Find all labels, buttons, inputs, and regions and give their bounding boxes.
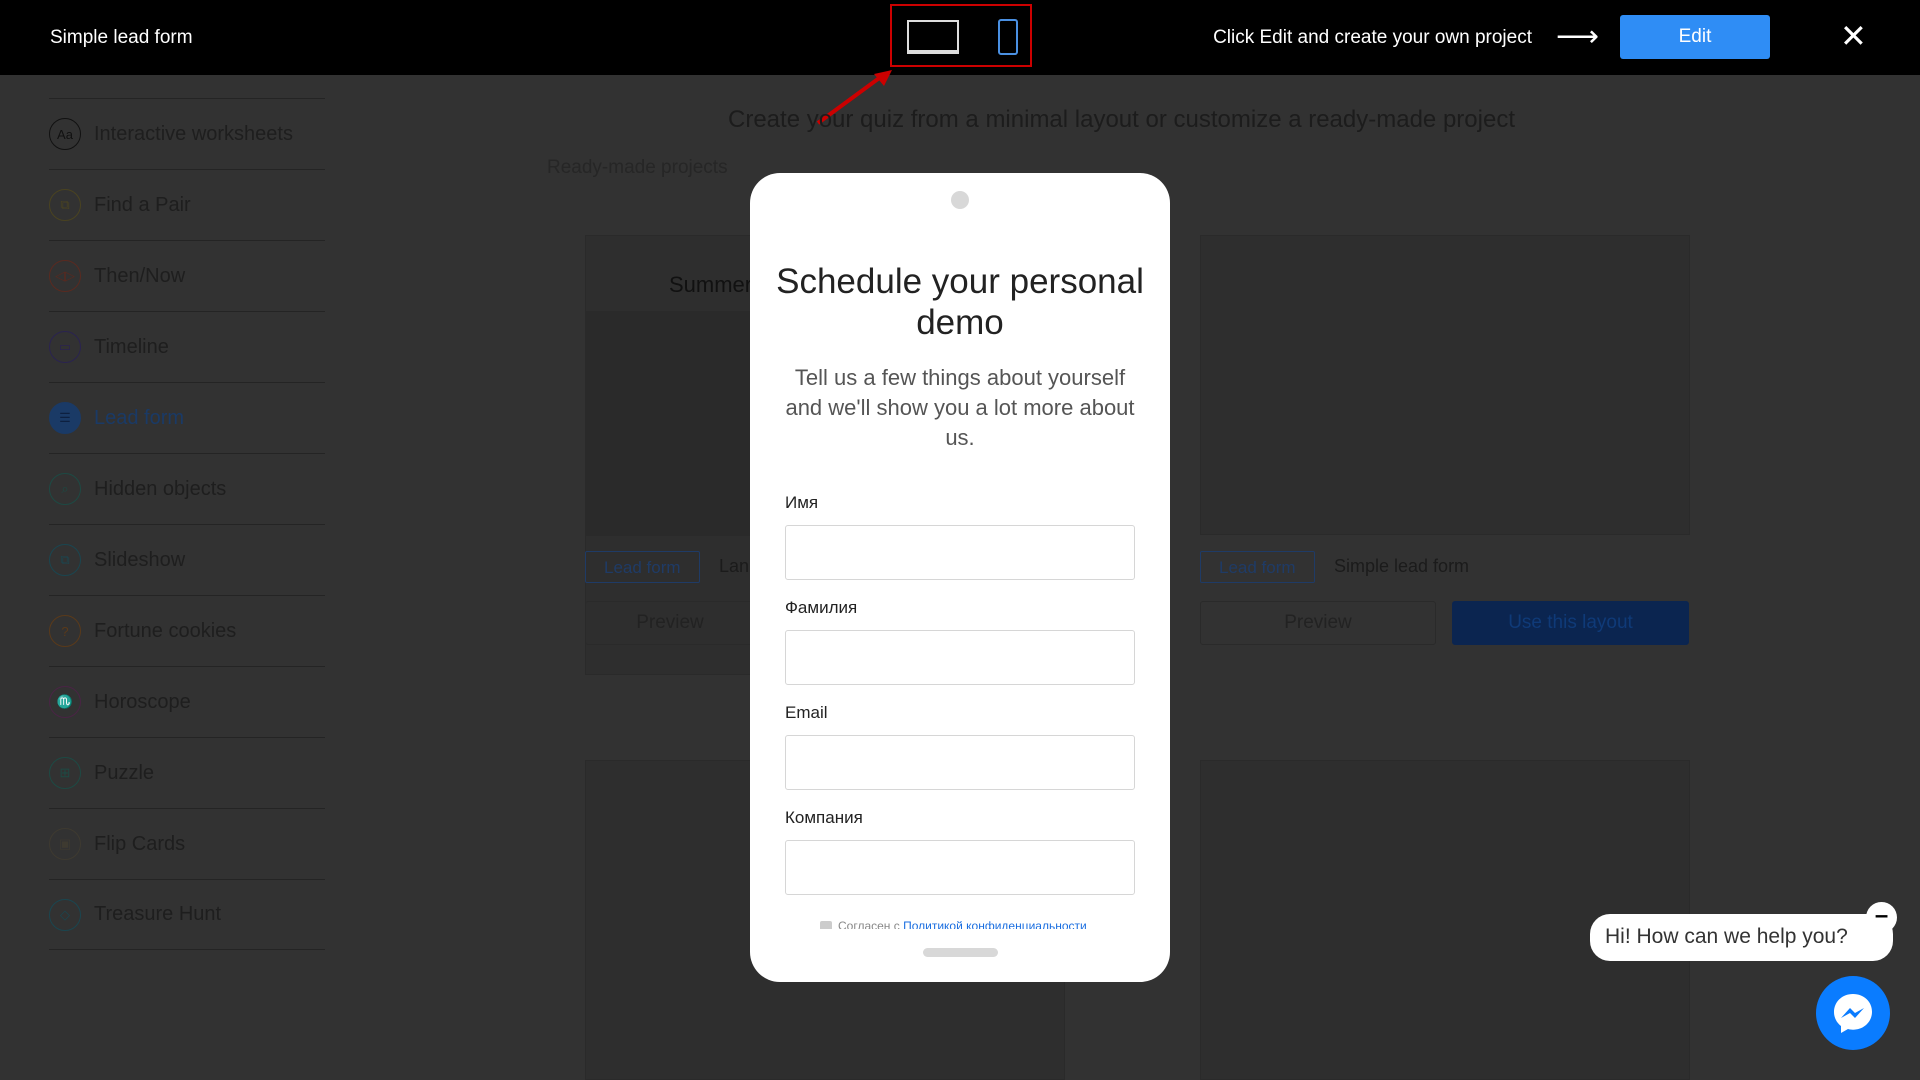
sidebar-item-label: Flip Cards	[94, 832, 186, 855]
mobile-preview-modal: Schedule your personal demo Tell us a fe…	[750, 173, 1170, 982]
home-indicator	[923, 948, 998, 957]
sidebar-item-label: Puzzle	[94, 761, 155, 784]
sidebar-item-label: Horoscope	[94, 690, 191, 713]
sidebar-item-label: Fortune cookies	[94, 619, 237, 642]
form-title: Schedule your personal demo	[776, 262, 1144, 342]
chat-greeting[interactable]: Hi! How can we help you?	[1590, 914, 1893, 961]
edit-hint: Click Edit and create your own project	[1213, 27, 1532, 48]
card-name: Lan	[719, 556, 750, 576]
company-input[interactable]	[785, 840, 1135, 895]
sidebar-item-label: Lead form	[94, 406, 185, 429]
sidebar-icon: ☰	[49, 402, 81, 434]
email-input[interactable]	[785, 735, 1135, 790]
sidebar-item-label: Interactive worksheets	[94, 122, 293, 145]
card-image	[586, 311, 756, 536]
sidebar-item-flip-cards[interactable]: ▣ Flip Cards	[49, 808, 325, 879]
sidebar-item-find-a-pair[interactable]: ⧉ Find a Pair	[49, 169, 325, 240]
sidebar-item-label: Find a Pair	[94, 193, 191, 216]
sidebar-item-fortune-cookies[interactable]: ? Fortune cookies	[49, 595, 325, 666]
sidebar-item-label: Timeline	[94, 335, 169, 358]
main-heading: Create your quiz from a minimal layout o…	[728, 106, 1515, 133]
sidebar-item-timeline[interactable]: ▭ Timeline	[49, 311, 325, 382]
desktop-icon[interactable]	[907, 20, 959, 54]
minus-icon[interactable]: –	[1866, 902, 1897, 933]
sidebar-icon: ⌕	[49, 473, 81, 505]
sidebar-item-label: Slideshow	[94, 548, 186, 571]
email-label: Email	[785, 703, 828, 722]
consent-checkbox[interactable]	[820, 920, 832, 929]
mobile-icon[interactable]	[998, 19, 1018, 55]
privacy-link[interactable]: Политикой конфиденциальности	[903, 919, 1087, 929]
card-name: Simple lead form	[1334, 556, 1470, 576]
close-icon[interactable]: ✕	[1840, 20, 1867, 52]
sidebar-item-interactive-worksheets[interactable]: Aa Interactive worksheets	[49, 98, 325, 169]
sidebar-item-label: Then/Now	[94, 264, 186, 287]
sidebar-icon: ⧉	[49, 189, 81, 221]
privacy-consent: Согласен с Политикой конфиденциальности	[820, 919, 1087, 929]
sidebar-icon: ◇	[49, 898, 81, 931]
sidebar-icon: ♏	[49, 686, 81, 718]
sidebar-icon: ?	[49, 615, 81, 647]
sidebar-item-then-now[interactable]: ◁▷ Then/Now	[49, 240, 325, 311]
form-subtitle: Tell us a few things about yourself and …	[785, 365, 1135, 450]
sidebar: Aa Interactive worksheets ⧉ Find a Pair ◁▷ Th…	[49, 98, 325, 950]
messenger-icon[interactable]	[1816, 976, 1890, 1050]
sidebar-item-hidden-objects[interactable]: ⌕ Hidden objects	[49, 453, 325, 524]
sidebar-icon: ⧉	[49, 544, 81, 576]
sidebar-item-slideshow[interactable]: ⧉ Slideshow	[49, 524, 325, 595]
sidebar-icon: Aa	[49, 118, 81, 150]
first-name-input[interactable]	[785, 525, 1135, 580]
project-card[interactable]	[1200, 235, 1690, 535]
sidebar-item-horoscope[interactable]: ♏ Horoscope	[49, 666, 325, 737]
sidebar-item-lead-form[interactable]: ☰ Lead form	[49, 382, 325, 453]
preview-button[interactable]: Preview	[585, 601, 755, 645]
sidebar-icon: ⊞	[49, 757, 81, 789]
sidebar-icon: ▣	[49, 828, 81, 860]
camera-dot	[951, 191, 969, 209]
sidebar-icon: ◁▷	[49, 260, 81, 292]
top-bar: Simple lead form Click Edit and create y…	[0, 0, 1920, 75]
consent-text: Согласен с	[838, 919, 904, 929]
company-label: Компания	[785, 808, 863, 827]
first-name-label: Имя	[785, 493, 819, 512]
card-tag: Lead form	[1200, 551, 1315, 583]
sidebar-icon: ▭	[49, 331, 81, 363]
use-layout-button[interactable]: Use this layout	[1452, 601, 1689, 645]
sidebar-item-label: Hidden objects	[94, 477, 227, 500]
device-toggle	[890, 4, 1032, 67]
arrow-right-icon: ⟶	[1556, 20, 1600, 53]
sidebar-item-label: Treasure Hunt	[94, 903, 222, 925]
last-name-input[interactable]	[785, 630, 1135, 685]
project-title: Simple lead form	[50, 27, 193, 48]
sidebar-item-puzzle[interactable]: ⊞ Puzzle	[49, 737, 325, 808]
card-tag: Lead form	[585, 551, 700, 583]
last-name-label: Фамилия	[785, 598, 858, 617]
ready-made-label: Ready-made projects	[547, 157, 728, 178]
sidebar-item-treasure-hunt[interactable]: ◇ Treasure Hunt	[49, 879, 325, 950]
preview-button[interactable]: Preview	[1200, 601, 1436, 645]
edit-button[interactable]: Edit	[1620, 15, 1770, 59]
